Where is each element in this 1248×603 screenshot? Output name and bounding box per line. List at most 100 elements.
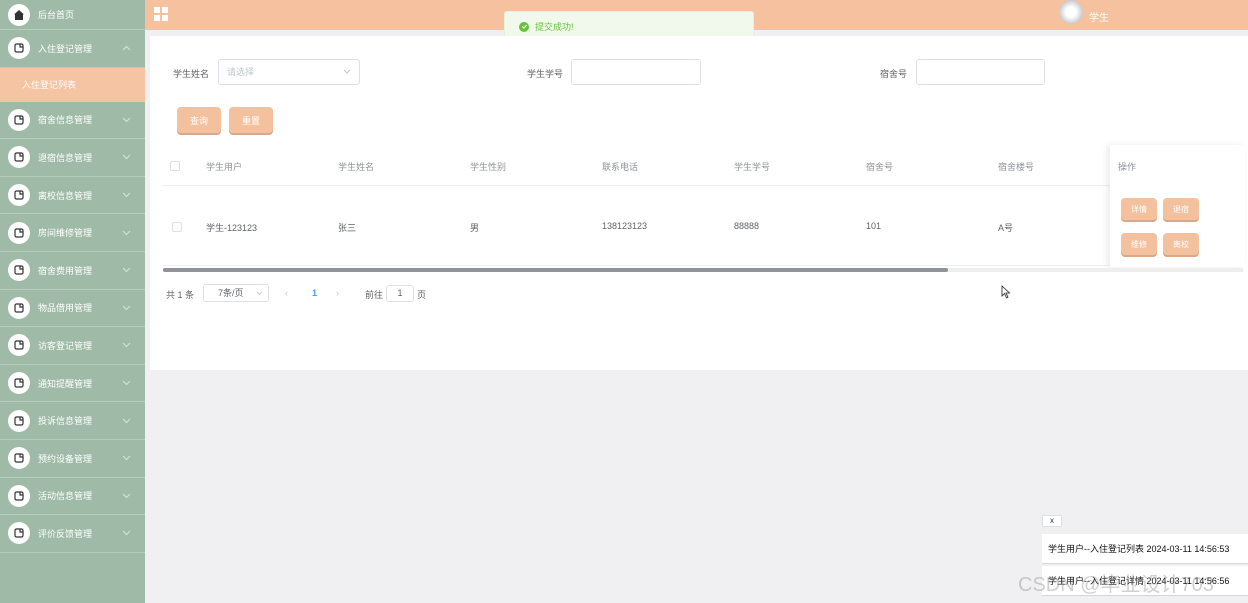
- select-all-checkbox[interactable]: [170, 161, 180, 171]
- chevron-up-icon: [122, 46, 131, 51]
- checkout-button[interactable]: 退宿: [1163, 198, 1199, 220]
- horizontal-scrollbar[interactable]: [163, 268, 1243, 272]
- chevron-down-icon: [122, 117, 131, 123]
- dorm-number-input[interactable]: [916, 59, 1045, 85]
- student-number-label: 学生学号: [527, 69, 564, 79]
- chevron-down-icon: [122, 192, 131, 198]
- scrollbar-thumb[interactable]: [163, 268, 948, 272]
- sidebar-item[interactable]: 宿舍信息管理: [0, 102, 145, 140]
- sidebar-item[interactable]: 预约设备管理: [0, 440, 145, 478]
- student-name-select[interactable]: 请选择: [218, 59, 360, 85]
- sidebar-item-label: 离校信息管理: [38, 190, 93, 201]
- chevron-down-icon: [122, 155, 131, 160]
- page-unit-label: 页: [417, 290, 427, 300]
- chevron-down-icon: [122, 380, 131, 386]
- toast-text: 提交成功!: [535, 22, 574, 32]
- menu-icon: [8, 409, 30, 432]
- prev-page-icon[interactable]: ‹: [285, 288, 288, 298]
- menu-icon: [8, 296, 30, 319]
- goto-label: 前往: [365, 290, 384, 300]
- table-header: 学生用户 学生姓名 学生性别 联系电话 学生学号 宿舍号 宿舍楼号: [163, 146, 1243, 186]
- sidebar-item-label: 宿舍信息管理: [38, 115, 93, 126]
- detail-button[interactable]: 详情: [1121, 198, 1157, 220]
- chevron-down-icon: [122, 267, 131, 273]
- page-size-value: 7条/页: [218, 288, 244, 298]
- student-name-label: 学生姓名: [173, 69, 210, 79]
- log-line: 学生用户--入住登记列表 2024-03-11 14:56:53: [1042, 534, 1248, 564]
- sidebar-item-label: 活动信息管理: [38, 491, 93, 502]
- sidebar-item[interactable]: 物品借用管理: [0, 290, 145, 328]
- sidebar: 后台首页 入住登记管理入住登记列表宿舍信息管理 退宿信息管理 离校信息管理房间维修管…: [0, 0, 145, 603]
- menu-icon: [8, 146, 30, 169]
- menu-icon: [8, 372, 30, 395]
- sidebar-item[interactable]: 退宿信息管理: [0, 139, 145, 177]
- sidebar-item-label: 入住登记管理: [38, 43, 93, 54]
- sidebar-item[interactable]: 通知提醒管理: [0, 365, 145, 403]
- chevron-down-icon: [122, 418, 131, 423]
- next-page-icon[interactable]: ›: [336, 288, 339, 298]
- col-header: 学生性别: [470, 162, 507, 172]
- chevron-down-icon: [122, 455, 131, 461]
- menu-icon: [8, 37, 30, 60]
- sidebar-item[interactable]: 离校信息管理: [0, 177, 145, 215]
- chevron-down-icon: [122, 493, 131, 499]
- select-placeholder: 请选择: [227, 67, 255, 77]
- menu-icon: [8, 484, 30, 507]
- ops-column: 操作 详情 退宿 维修 离校: [1110, 145, 1245, 267]
- cell-name: 张三: [338, 223, 357, 233]
- page-size-select[interactable]: 7条/页: [203, 284, 269, 302]
- menu-icon: [8, 334, 30, 357]
- col-header: 学生姓名: [338, 162, 375, 172]
- sidebar-item[interactable]: 评价反馈管理: [0, 515, 145, 553]
- chevron-down-icon: [122, 305, 131, 311]
- chevron-down-icon: [256, 291, 263, 295]
- mouse-cursor-icon: [1001, 285, 1011, 299]
- dorm-number-label: 宿舍号: [880, 69, 908, 79]
- pagination-total: 共 1 条: [166, 290, 195, 300]
- table-row: 学生-123123 张三 男 138123123 88888 101 A号: [163, 186, 1243, 266]
- sidebar-item-label: 投诉信息管理: [38, 416, 93, 427]
- grid-menu-icon[interactable]: [153, 6, 169, 22]
- watermark: CSDN @毕业设计703: [1018, 574, 1214, 596]
- menu-icon: [8, 184, 30, 207]
- chevron-down-icon: [122, 531, 131, 536]
- reset-button[interactable]: 重置: [229, 107, 273, 133]
- sidebar-item-label: 宿舍费用管理: [38, 265, 93, 276]
- search-button[interactable]: 查询: [177, 107, 221, 133]
- col-header: 宿舍楼号: [998, 162, 1035, 172]
- page-number-current[interactable]: 1: [312, 288, 317, 298]
- chevron-down-icon: [343, 69, 351, 74]
- col-header: 学生学号: [734, 162, 771, 172]
- repair-button[interactable]: 维修: [1121, 233, 1157, 255]
- menu-icon: [8, 259, 30, 282]
- sidebar-item[interactable]: 入住登记管理: [0, 30, 145, 68]
- close-button[interactable]: x: [1042, 515, 1062, 527]
- sidebar-item-home[interactable]: 后台首页: [0, 0, 145, 30]
- sidebar-item-label: 入住登记列表: [22, 80, 77, 91]
- cell-gender: 男: [470, 223, 480, 233]
- check-circle-icon: [519, 21, 529, 32]
- sidebar-item[interactable]: 房间维修管理: [0, 214, 145, 252]
- avatar[interactable]: [1059, 0, 1083, 24]
- cell-building: A号: [998, 223, 1014, 233]
- leave-school-button[interactable]: 离校: [1163, 233, 1199, 255]
- menu-icon: [8, 522, 30, 545]
- sidebar-item-label: 物品借用管理: [38, 303, 93, 314]
- main-panel: 学生姓名 请选择 学生学号 宿舍号 查询 重置 学生用户 学生姓名 学生性别 联…: [150, 36, 1248, 370]
- sidebar-item[interactable]: 活动信息管理: [0, 478, 145, 516]
- row-checkbox[interactable]: [172, 222, 182, 232]
- goto-page-input[interactable]: 1: [386, 285, 414, 302]
- student-number-input[interactable]: [571, 59, 701, 85]
- sidebar-item[interactable]: 投诉信息管理: [0, 402, 145, 440]
- sidebar-item-label: 通知提醒管理: [38, 378, 93, 389]
- sidebar-item-label: 后台首页: [38, 10, 75, 20]
- user-name[interactable]: 学生: [1089, 9, 1109, 24]
- cell-number: 88888: [734, 221, 760, 231]
- home-icon: [8, 3, 30, 26]
- sidebar-item[interactable]: 宿舍费用管理: [0, 252, 145, 290]
- sidebar-item[interactable]: 访客登记管理: [0, 327, 145, 365]
- sidebar-item-label: 访客登记管理: [38, 340, 93, 351]
- sidebar-subitem[interactable]: 入住登记列表: [0, 67, 145, 102]
- sidebar-item-label: 退宿信息管理: [38, 152, 93, 163]
- col-header: 宿舍号: [866, 162, 894, 172]
